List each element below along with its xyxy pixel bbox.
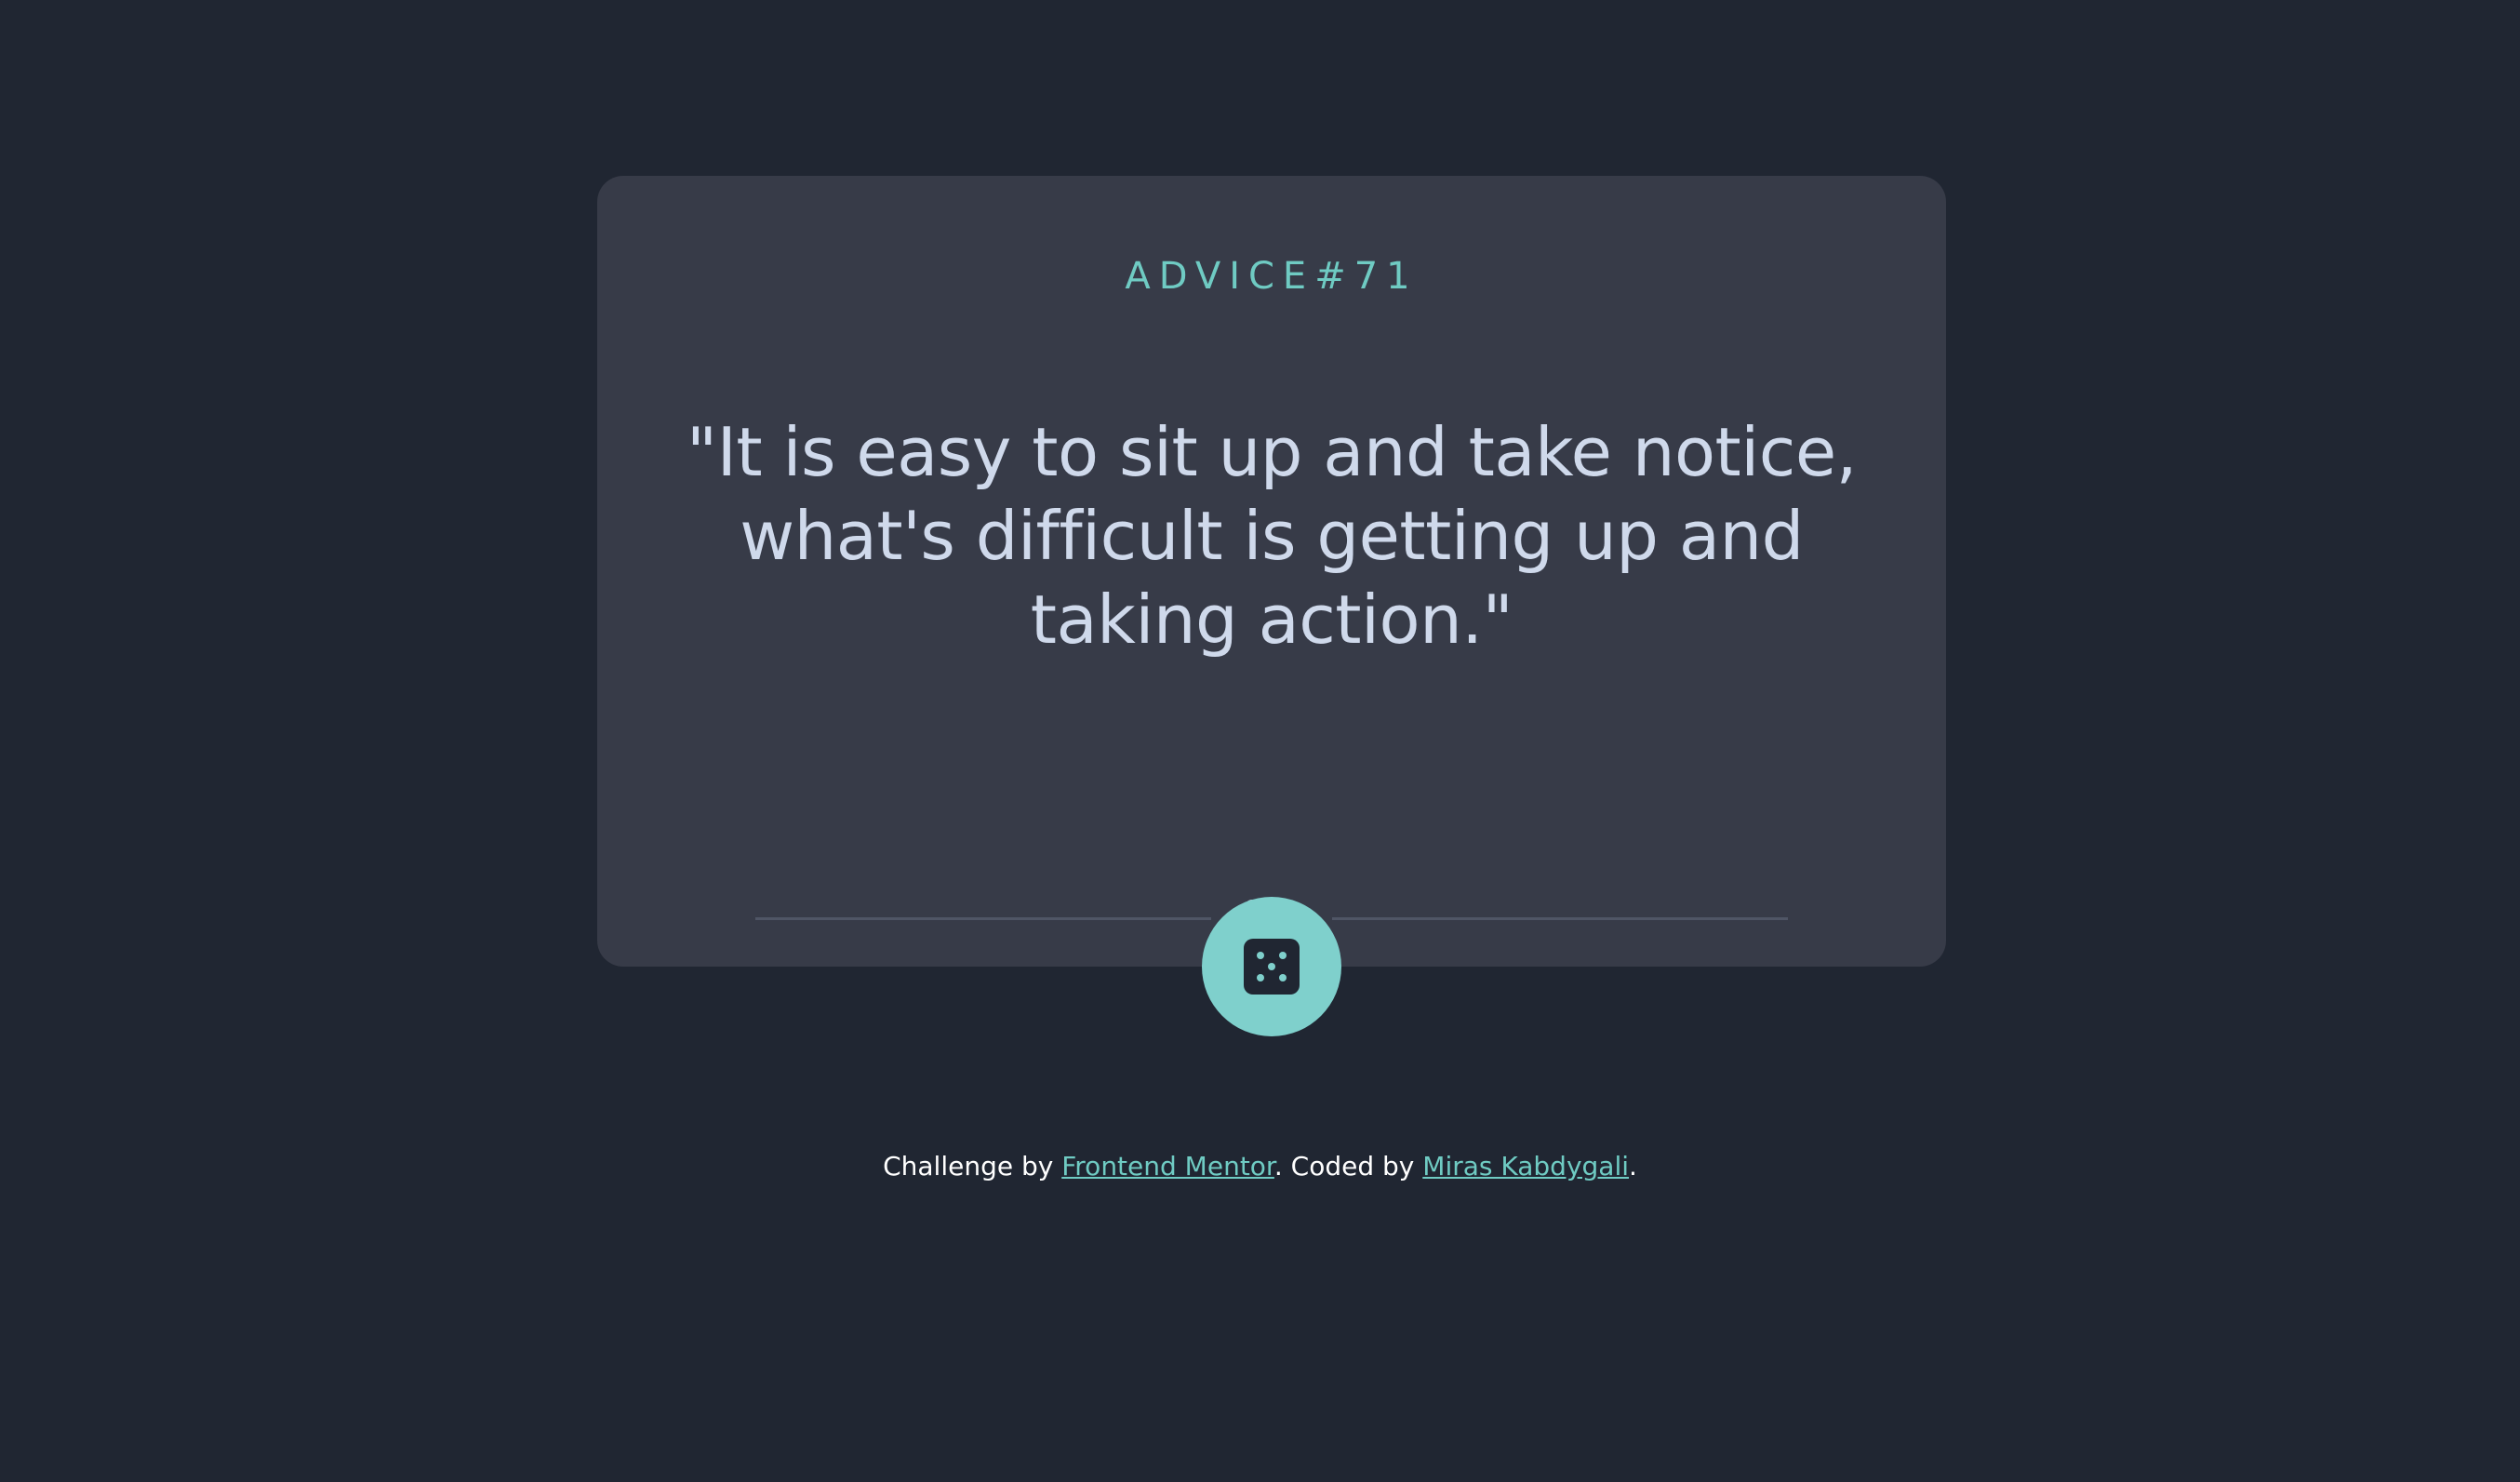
footer-middle: . Coded by [1273,1151,1423,1182]
divider-line-right [1332,917,1788,920]
advice-quote: "It is easy to sit up and take notice, w… [686,413,1858,659]
frontend-mentor-link[interactable]: Frontend Mentor [1061,1151,1274,1182]
footer-prefix: Challenge by [883,1151,1062,1182]
advice-id: ADVICE#71 [1125,255,1419,298]
footer-suffix: . [1629,1151,1637,1182]
author-link[interactable]: Miras Kabdygali [1422,1151,1629,1182]
footer: Challenge by Frontend Mentor. Coded by M… [0,1148,2520,1185]
advice-card: ADVICE#71 "It is easy to sit up and take… [597,176,1946,967]
divider-line-left [755,917,1211,920]
dice-icon [1244,939,1300,995]
dice-button[interactable] [1202,897,1341,1036]
